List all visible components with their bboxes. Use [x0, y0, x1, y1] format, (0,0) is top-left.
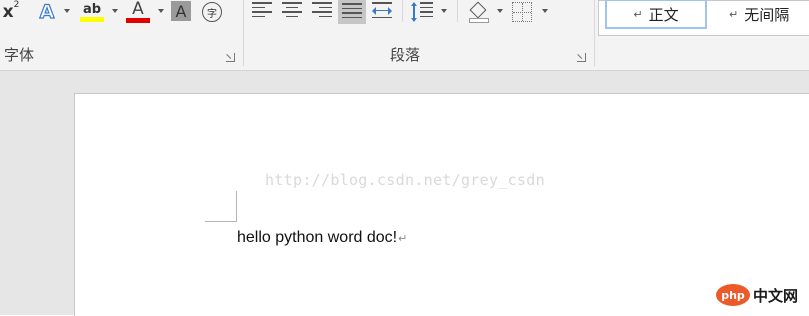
watermark-text: http://blog.csdn.net/grey_csdn [265, 171, 545, 189]
line-spacing-button[interactable] [411, 2, 435, 22]
align-center-button[interactable] [282, 2, 302, 22]
character-shading-button[interactable]: A [171, 1, 191, 21]
document-page[interactable] [74, 93, 809, 316]
text-effects-button[interactable]: A [36, 0, 58, 24]
enclose-characters-button[interactable]: 字 [201, 0, 223, 24]
highlight-icon: ab [82, 1, 102, 17]
font-color-bar [126, 18, 150, 23]
shading-dropdown-arrow[interactable] [497, 9, 503, 13]
distributed-align-button[interactable] [372, 2, 392, 22]
margin-corner-mark [205, 221, 237, 222]
borders-dropdown-arrow[interactable] [542, 9, 548, 13]
text-effects-dropdown-arrow[interactable] [64, 9, 70, 13]
align-right-button[interactable] [312, 2, 332, 22]
brand-site-name: 中文网 [753, 286, 799, 305]
paragraph-group-label: 段落 [390, 46, 421, 64]
group-separator [243, 0, 244, 66]
paragraph-return-icon: ↵ [729, 7, 739, 21]
document-body-text[interactable]: hello python word doc!↵ [237, 229, 407, 247]
superscript-icon: x [2, 2, 14, 22]
margin-corner-mark [236, 191, 237, 222]
paragraph-mark-icon: ↵ [398, 233, 408, 245]
superscript-mark: 2 [13, 0, 20, 10]
character-shading-icon: A [175, 1, 187, 21]
style-normal[interactable]: ↵ 正文 [605, 0, 707, 29]
shading-button[interactable] [465, 0, 491, 24]
superscript-button[interactable]: x 2 [0, 0, 22, 24]
font-dialog-launcher-icon[interactable] [226, 53, 235, 62]
borders-icon [512, 2, 532, 22]
line-spacing-dropdown-arrow[interactable] [441, 9, 447, 13]
brand-watermark: php 中文网 [716, 284, 798, 306]
toolbar-separator [402, 0, 403, 22]
styles-gallery: ↵ 正文 ↵ 无间隔 [598, 0, 809, 36]
style-no-spacing-label: 无间隔 [744, 5, 790, 24]
enclose-characters-icon: 字 [202, 2, 222, 22]
align-left-button[interactable] [252, 2, 272, 22]
style-no-spacing[interactable]: ↵ 无间隔 [729, 1, 809, 27]
highlight-button[interactable]: ab [78, 0, 106, 24]
paragraph-return-icon: ↵ [633, 7, 643, 21]
paint-bucket-icon [467, 1, 489, 23]
font-group-label: 字体 [4, 46, 35, 64]
paragraph-text: hello python word doc! [237, 229, 398, 246]
highlight-dropdown-arrow[interactable] [112, 9, 118, 13]
highlight-color-bar [80, 16, 104, 22]
font-color-dropdown-arrow[interactable] [158, 9, 164, 13]
toolbar-separator [457, 0, 458, 22]
ribbon: x 2 A ab A A 字 字体 段落 ↵ 正文 ↵ 无间隔 [0, 0, 809, 71]
group-separator [594, 0, 595, 66]
borders-button[interactable] [510, 0, 534, 24]
distribute-arrows-icon [372, 6, 392, 15]
style-normal-label: 正文 [648, 5, 679, 24]
php-logo-icon: php [716, 284, 750, 306]
text-effects-icon: A [39, 0, 55, 23]
justify-button[interactable] [338, 0, 366, 24]
paragraph-dialog-launcher-icon[interactable] [577, 53, 586, 62]
font-color-button[interactable]: A [124, 0, 152, 24]
line-spacing-arrows-icon [411, 2, 417, 22]
font-color-icon: A [132, 0, 144, 19]
